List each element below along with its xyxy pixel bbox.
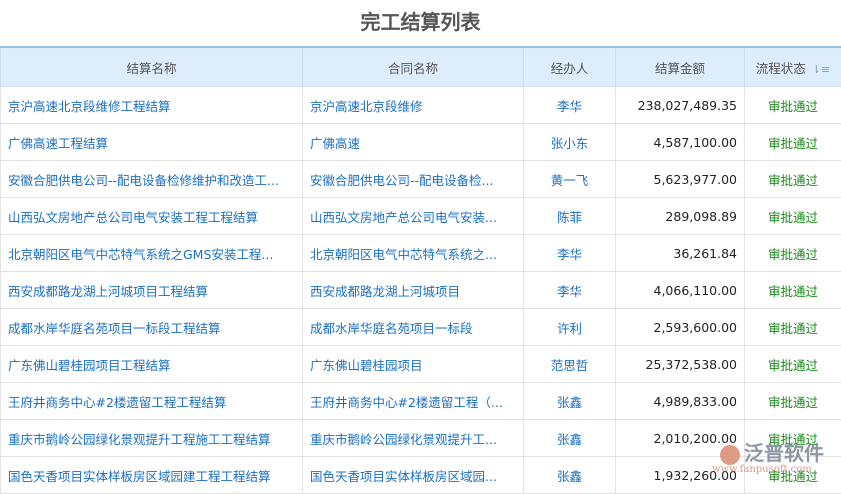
- handler-cell: 黄一飞: [524, 161, 616, 198]
- status-cell: 审批通过: [745, 383, 841, 420]
- status-cell: 审批通过: [745, 272, 841, 309]
- watermark-url: www.fanpusoft.com: [712, 464, 812, 475]
- col-contract-name[interactable]: 合同名称: [303, 47, 524, 87]
- settlement-name-link[interactable]: 广佛高速工程结算: [1, 124, 303, 161]
- contract-name-link[interactable]: 国色天香项目实体样板房区域园...: [303, 457, 524, 494]
- status-cell: 审批通过: [745, 124, 841, 161]
- amount-cell: 25,372,538.00: [616, 346, 745, 383]
- handler-cell: 张小东: [524, 124, 616, 161]
- table-row[interactable]: 安徽合肥供电公司--配电设备检修维护和改造工...安徽合肥供电公司--配电设备检…: [1, 161, 841, 198]
- table-row[interactable]: 北京朝阳区电气中芯特气系统之GMS安装工程...北京朝阳区电气中芯特气系统之..…: [1, 235, 841, 272]
- settlement-name-link[interactable]: 北京朝阳区电气中芯特气系统之GMS安装工程...: [1, 235, 303, 272]
- handler-cell: 李华: [524, 272, 616, 309]
- col-status-label: 流程状态: [756, 61, 806, 76]
- table-header: 结算名称 合同名称 经办人 结算金额 流程状态 ⇂≡: [1, 47, 841, 87]
- handler-cell: 范思哲: [524, 346, 616, 383]
- status-cell: 审批通过: [745, 161, 841, 198]
- settlement-name-link[interactable]: 成都水岸华庭名苑项目一标段工程结算: [1, 309, 303, 346]
- contract-name-link[interactable]: 京沪高速北京段维修: [303, 87, 524, 124]
- table-row[interactable]: 西安成都路龙湖上河城项目工程结算西安成都路龙湖上河城项目李华4,066,110.…: [1, 272, 841, 309]
- col-handler[interactable]: 经办人: [524, 47, 616, 87]
- amount-cell: 36,261.84: [616, 235, 745, 272]
- contract-name-link[interactable]: 重庆市鹅岭公园绿化景观提升工...: [303, 420, 524, 457]
- amount-cell: 4,066,110.00: [616, 272, 745, 309]
- page-title: 完工结算列表: [0, 0, 841, 46]
- settlement-name-link[interactable]: 京沪高速北京段维修工程结算: [1, 87, 303, 124]
- amount-cell: 4,989,833.00: [616, 383, 745, 420]
- settlement-name-link[interactable]: 广东佛山碧桂园项目工程结算: [1, 346, 303, 383]
- table-row[interactable]: 京沪高速北京段维修工程结算京沪高速北京段维修李华238,027,489.35审批…: [1, 87, 841, 124]
- contract-name-link[interactable]: 王府井商务中心#2楼遗留工程（...: [303, 383, 524, 420]
- handler-cell: 张鑫: [524, 420, 616, 457]
- contract-name-link[interactable]: 安徽合肥供电公司--配电设备检...: [303, 161, 524, 198]
- settlement-name-link[interactable]: 国色天香项目实体样板房区域园建工程工程结算: [1, 457, 303, 494]
- sort-icon[interactable]: ⇂≡: [812, 63, 830, 76]
- table-row[interactable]: 王府井商务中心#2楼遗留工程工程结算王府井商务中心#2楼遗留工程（...张鑫4,…: [1, 383, 841, 420]
- watermark-logo: 泛普软件: [720, 437, 824, 466]
- col-status[interactable]: 流程状态 ⇂≡: [745, 47, 841, 87]
- contract-name-link[interactable]: 成都水岸华庭名苑项目一标段: [303, 309, 524, 346]
- col-amount[interactable]: 结算金额: [616, 47, 745, 87]
- amount-cell: 238,027,489.35: [616, 87, 745, 124]
- contract-name-link[interactable]: 山西弘文房地产总公司电气安装...: [303, 198, 524, 235]
- contract-name-link[interactable]: 北京朝阳区电气中芯特气系统之...: [303, 235, 524, 272]
- brand-logo-icon: [720, 445, 740, 465]
- contract-name-link[interactable]: 广佛高速: [303, 124, 524, 161]
- amount-cell: 5,623,977.00: [616, 161, 745, 198]
- settlement-name-link[interactable]: 山西弘文房地产总公司电气安装工程工程结算: [1, 198, 303, 235]
- handler-cell: 李华: [524, 235, 616, 272]
- table-row[interactable]: 成都水岸华庭名苑项目一标段工程结算成都水岸华庭名苑项目一标段许利2,593,60…: [1, 309, 841, 346]
- contract-name-link[interactable]: 广东佛山碧桂园项目: [303, 346, 524, 383]
- handler-cell: 李华: [524, 87, 616, 124]
- settlement-name-link[interactable]: 重庆市鹅岭公园绿化景观提升工程施工工程结算: [1, 420, 303, 457]
- table-row[interactable]: 广东佛山碧桂园项目工程结算广东佛山碧桂园项目范思哲25,372,538.00审批…: [1, 346, 841, 383]
- amount-cell: 289,098.89: [616, 198, 745, 235]
- settlement-table: 结算名称 合同名称 经办人 结算金额 流程状态 ⇂≡ 京沪高速北京段维修工程结算京…: [0, 46, 841, 494]
- settlement-name-link[interactable]: 西安成都路龙湖上河城项目工程结算: [1, 272, 303, 309]
- table-row[interactable]: 山西弘文房地产总公司电气安装工程工程结算山西弘文房地产总公司电气安装...陈菲2…: [1, 198, 841, 235]
- status-cell: 审批通过: [745, 309, 841, 346]
- settlement-name-link[interactable]: 王府井商务中心#2楼遗留工程工程结算: [1, 383, 303, 420]
- handler-cell: 许利: [524, 309, 616, 346]
- watermark-brand: 泛普软件: [744, 441, 824, 465]
- status-cell: 审批通过: [745, 87, 841, 124]
- amount-cell: 2,593,600.00: [616, 309, 745, 346]
- table-row[interactable]: 广佛高速工程结算广佛高速张小东4,587,100.00审批通过: [1, 124, 841, 161]
- handler-cell: 张鑫: [524, 457, 616, 494]
- status-cell: 审批通过: [745, 346, 841, 383]
- handler-cell: 陈菲: [524, 198, 616, 235]
- table-row[interactable]: 重庆市鹅岭公园绿化景观提升工程施工工程结算重庆市鹅岭公园绿化景观提升工...张鑫…: [1, 420, 841, 457]
- handler-cell: 张鑫: [524, 383, 616, 420]
- settlement-name-link[interactable]: 安徽合肥供电公司--配电设备检修维护和改造工...: [1, 161, 303, 198]
- amount-cell: 4,587,100.00: [616, 124, 745, 161]
- status-cell: 审批通过: [745, 198, 841, 235]
- table-row[interactable]: 国色天香项目实体样板房区域园建工程工程结算国色天香项目实体样板房区域园...张鑫…: [1, 457, 841, 494]
- col-settlement-name[interactable]: 结算名称: [1, 47, 303, 87]
- contract-name-link[interactable]: 西安成都路龙湖上河城项目: [303, 272, 524, 309]
- status-cell: 审批通过: [745, 235, 841, 272]
